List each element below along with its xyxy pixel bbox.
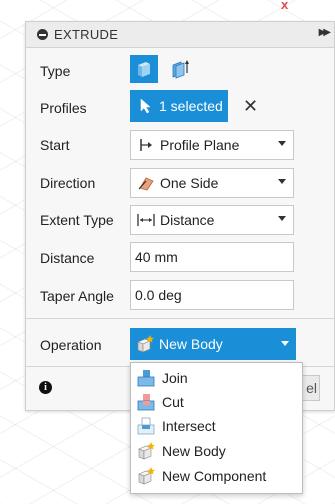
profiles-label: Profiles — [40, 100, 87, 116]
start-value: Profile Plane — [160, 137, 240, 153]
option-join[interactable]: Join — [131, 366, 302, 390]
chevron-down-icon — [278, 141, 286, 146]
direction-value: One Side — [160, 175, 219, 191]
option-intersect[interactable]: Intersect — [131, 414, 302, 438]
operation-label: Operation — [40, 337, 102, 353]
profile-plane-icon — [135, 138, 157, 152]
profiles-selection-text: 1 selected — [159, 98, 223, 114]
clear-selection-icon[interactable]: ✕ — [243, 96, 258, 117]
operation-dropdown: Join Cut Intersect New Body New Componen… — [130, 362, 303, 494]
option-intersect-label: Intersect — [162, 418, 216, 434]
extent-type-label: Extent Type — [40, 212, 114, 228]
panel-header: EXTRUDE ▶▶ — [26, 22, 334, 48]
extent-type-select[interactable]: Distance — [130, 205, 294, 235]
solid-extrude-button[interactable] — [130, 55, 158, 83]
option-new-component[interactable]: New Component — [131, 464, 302, 488]
option-join-label: Join — [162, 370, 188, 386]
thin-extrude-button[interactable] — [166, 55, 194, 83]
expand-icon[interactable]: ▶▶ — [319, 27, 332, 38]
direction-label: Direction — [40, 175, 96, 191]
option-new-body-label: New Body — [162, 443, 226, 459]
taper-angle-label: Taper Angle — [40, 288, 114, 304]
panel-title: EXTRUDE — [54, 27, 119, 42]
profiles-selection-button[interactable]: 1 selected — [130, 90, 228, 122]
distance-label: Distance — [40, 250, 95, 266]
one-side-icon — [135, 175, 157, 191]
taper-angle-input[interactable]: 0.0 deg — [130, 280, 294, 310]
start-label: Start — [40, 137, 70, 153]
extent-type-value: Distance — [160, 212, 215, 228]
collapse-icon[interactable] — [37, 29, 48, 40]
cut-icon — [136, 393, 156, 411]
type-label: Type — [40, 63, 71, 79]
chevron-down-icon — [278, 216, 286, 221]
operation-value: New Body — [159, 336, 223, 352]
option-cut-label: Cut — [162, 394, 184, 410]
distance-icon — [135, 213, 157, 227]
extrude-panel: EXTRUDE ▶▶ Type Profiles 1 selected ✕ St… — [25, 21, 335, 411]
cursor-arrow-icon — [140, 98, 151, 114]
intersect-icon — [136, 417, 156, 435]
option-new-component-label: New Component — [162, 468, 267, 484]
distance-input[interactable]: 40 mm — [130, 242, 294, 272]
join-icon — [136, 369, 156, 387]
new-body-icon — [134, 335, 156, 353]
info-icon[interactable]: i — [39, 381, 52, 394]
chevron-down-icon — [278, 179, 286, 184]
solid-extrude-icon — [138, 62, 150, 77]
canvas-close-mark: x — [281, 0, 289, 12]
section-divider — [26, 318, 334, 319]
new-body-icon — [136, 442, 156, 460]
chevron-down-icon — [281, 341, 289, 346]
start-select[interactable]: Profile Plane — [130, 130, 294, 160]
option-new-body[interactable]: New Body — [131, 439, 302, 463]
option-cut[interactable]: Cut — [131, 390, 302, 414]
thin-extrude-icon — [172, 60, 189, 79]
operation-select[interactable]: New Body — [130, 328, 296, 360]
direction-select[interactable]: One Side — [130, 168, 294, 198]
new-component-icon — [136, 467, 156, 485]
